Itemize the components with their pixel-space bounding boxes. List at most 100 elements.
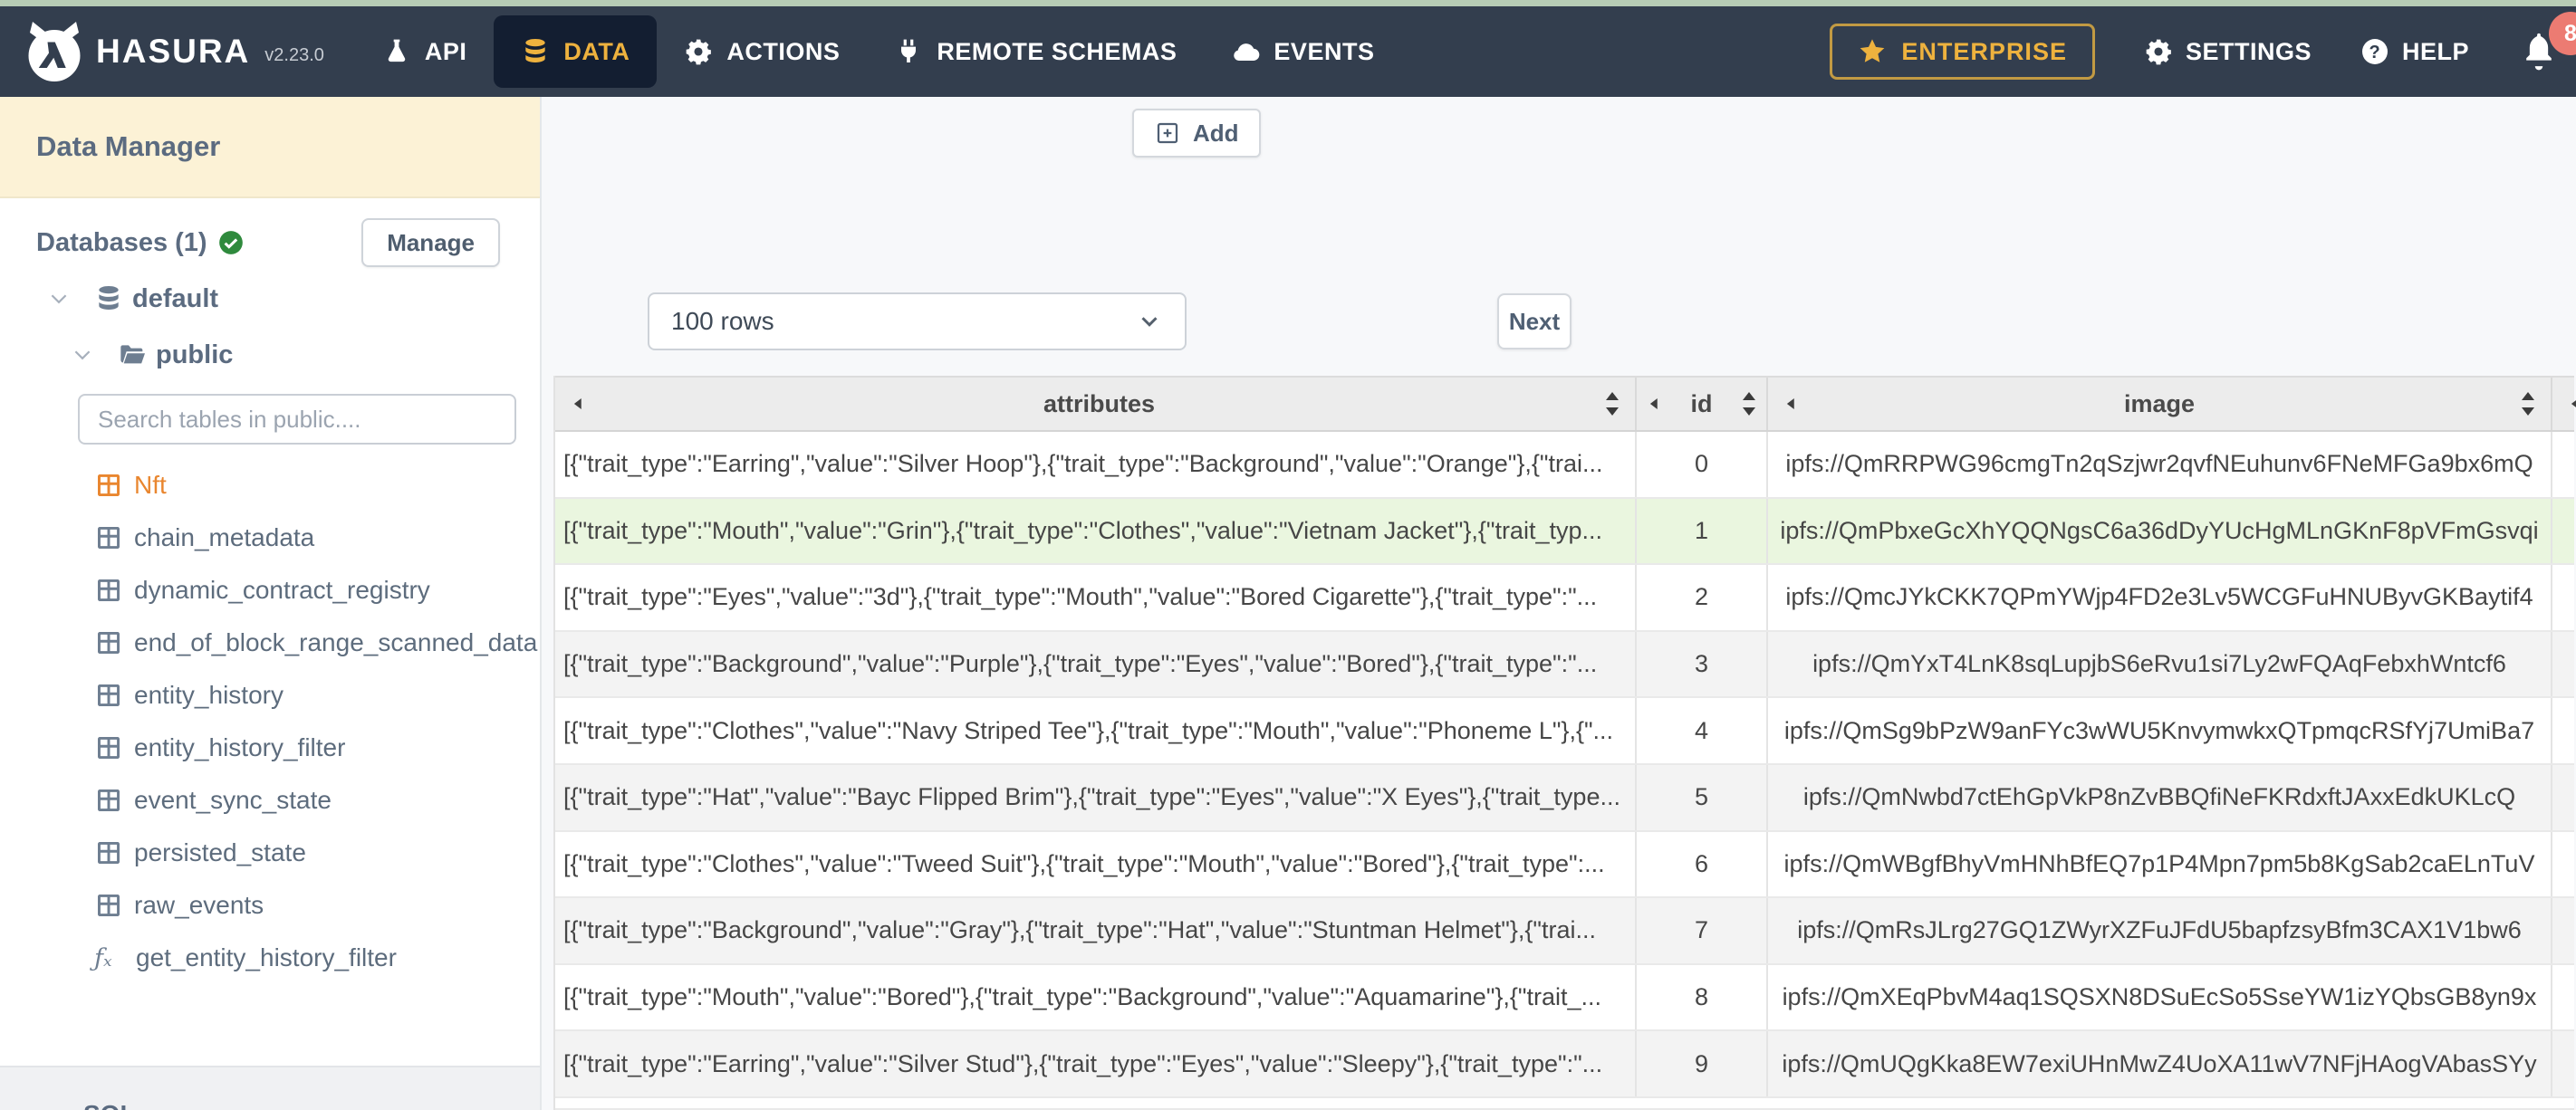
sort-icon bbox=[1739, 390, 1759, 417]
cell-attributes[interactable]: [{"trait_type":"Background","value":"Gra… bbox=[555, 898, 1637, 963]
cell-id[interactable]: 4 bbox=[1637, 698, 1768, 763]
rows-per-page-select[interactable]: 100 rows bbox=[648, 292, 1187, 350]
cell-attributes[interactable]: [{"trait_type":"Clothes","value":"Tweed … bbox=[555, 831, 1637, 897]
table-row[interactable]: [{"trait_type":"Mouth","value":"Bored"},… bbox=[555, 964, 2574, 1032]
sidebar-table-dynamic_contract_registry[interactable]: dynamic_contract_registry bbox=[0, 564, 540, 617]
table-row[interactable]: [{"trait_type":"Background","value":"Pur… bbox=[555, 631, 2574, 699]
add-row-button[interactable]: Add bbox=[1132, 109, 1261, 158]
plug-icon bbox=[894, 37, 923, 66]
cell-id[interactable]: 1 bbox=[1637, 498, 1768, 564]
sidebar-table-get_entity_history_filter[interactable]: ƒₓ get_entity_history_filter bbox=[0, 932, 540, 984]
nav-tab-data[interactable]: DATA bbox=[494, 15, 658, 88]
sidebar-table-end_of_block_range_scanned_data[interactable]: end_of_block_range_scanned_data bbox=[0, 617, 540, 669]
table-row[interactable]: [{"trait_type":"Hat","value":"Bayc Flipp… bbox=[555, 764, 2574, 832]
cell-id[interactable]: 2 bbox=[1637, 565, 1768, 630]
cell-image[interactable]: ipfs://QmSg9bPzW9anFYc3wWU5KnvymwkxQTpmq… bbox=[1768, 698, 2552, 763]
table-row[interactable]: [{"trait_type":"Clothes","value":"Navy S… bbox=[555, 698, 2574, 765]
cell-partial bbox=[2552, 632, 2574, 697]
cell-attributes[interactable]: [{"trait_type":"Eyes","value":"3d"},{"tr… bbox=[555, 565, 1637, 630]
tree-item-default[interactable]: default bbox=[0, 271, 540, 327]
manage-button[interactable]: Manage bbox=[361, 218, 500, 267]
folder-open-icon bbox=[118, 340, 147, 369]
cell-image[interactable]: ipfs://QmRRPWG96cmgTn2qSzjwr2qvfNEuhunv6… bbox=[1768, 432, 2552, 497]
brand[interactable]: HASURA v2.23.0 bbox=[22, 14, 324, 90]
cell-image[interactable]: ipfs://QmPbxeGcXhYQQNgsC6a36dDyYUcHgMLnG… bbox=[1768, 498, 2552, 564]
notifications-button[interactable]: 8 bbox=[2518, 12, 2576, 75]
sidebar-table-event_sync_state[interactable]: event_sync_state bbox=[0, 774, 540, 827]
table-grid-icon bbox=[94, 523, 123, 552]
nav-tab-label: EVENTS bbox=[1274, 37, 1375, 65]
column-header-id[interactable]: id bbox=[1637, 378, 1768, 430]
gear-icon bbox=[2144, 37, 2173, 66]
sidebar-table-entity_history_filter[interactable]: entity_history_filter bbox=[0, 722, 540, 774]
table-row[interactable]: [{"trait_type":"Mouth","value":"Grin"},{… bbox=[555, 498, 2574, 566]
table-grid-icon bbox=[94, 891, 123, 920]
cell-attributes[interactable]: [{"trait_type":"Clothes","value":"Navy S… bbox=[555, 698, 1637, 763]
sidebar-table-raw_events[interactable]: raw_events bbox=[0, 879, 540, 932]
table-row[interactable]: [{"trait_type":"Clothes","value":"Tweed … bbox=[555, 831, 2574, 899]
column-header-attributes[interactable]: attributes bbox=[555, 378, 1637, 430]
cell-image[interactable]: ipfs://QmRsJLrg27GQ1ZWyrXZFuJFdU5bapfzsy… bbox=[1768, 898, 2552, 963]
data-table: attributes id image [{"trait_type":"Earrin… bbox=[553, 376, 2576, 1110]
hasura-console: HASURA v2.23.0 API DATA ACTIONS REMOTE SCHE… bbox=[0, 0, 2576, 1110]
next-page-button[interactable]: Next bbox=[1497, 293, 1572, 349]
search-tables-input[interactable] bbox=[78, 394, 516, 445]
nav-tab-api[interactable]: API bbox=[355, 15, 495, 88]
cell-attributes[interactable]: [{"trait_type":"Background","value":"Pur… bbox=[555, 631, 1637, 697]
collapse-column-icon bbox=[2567, 394, 2576, 414]
nav-tab-actions[interactable]: ACTIONS bbox=[657, 15, 867, 88]
table-row[interactable]: [{"trait_type":"Eyes","value":"3d"},{"tr… bbox=[555, 565, 2574, 632]
cell-partial bbox=[2552, 765, 2574, 830]
help-button[interactable]: ? HELP bbox=[2360, 37, 2469, 66]
table-grid-icon bbox=[94, 576, 123, 605]
cell-id[interactable]: 9 bbox=[1637, 1031, 1768, 1096]
cell-attributes[interactable]: [{"trait_type":"Earring","value":"Silver… bbox=[555, 1031, 1637, 1096]
chevron-down-icon[interactable] bbox=[71, 343, 94, 367]
rows-per-page-value: 100 rows bbox=[671, 307, 774, 335]
cell-id[interactable]: 8 bbox=[1637, 964, 1768, 1030]
settings-button[interactable]: SETTINGS bbox=[2144, 37, 2312, 66]
nav-tab-events[interactable]: EVENTS bbox=[1204, 15, 1401, 88]
sidebar-table-Nft[interactable]: Nft bbox=[0, 459, 540, 512]
cell-partial bbox=[2552, 698, 2574, 763]
column-header-partial[interactable] bbox=[2552, 378, 2576, 430]
table-row[interactable]: [{"trait_type":"Background","value":"Gra… bbox=[555, 898, 2574, 965]
cell-image[interactable]: ipfs://QmYxT4LnK8sqLupjbS6eRvu1si7Ly2wFQ… bbox=[1768, 631, 2552, 697]
cell-id[interactable]: 3 bbox=[1637, 631, 1768, 697]
cell-image[interactable]: ipfs://QmcJYkCKK7QPmYWjp4FD2e3Lv5WCGFuHN… bbox=[1768, 565, 2552, 630]
sidebar-table-entity_history[interactable]: entity_history bbox=[0, 669, 540, 722]
cell-image[interactable]: ipfs://QmXEqPbvM4aq1SQSXN8DSuEcSo5SseYW1… bbox=[1768, 964, 2552, 1030]
column-header-image[interactable]: image bbox=[1768, 378, 2552, 430]
table-header-row: attributes id image bbox=[555, 376, 2576, 432]
nav-tab-remote-schemas[interactable]: REMOTE SCHEMAS bbox=[867, 15, 1204, 88]
sidebar-table-persisted_state[interactable]: persisted_state bbox=[0, 827, 540, 879]
tree-item-public[interactable]: public bbox=[0, 327, 540, 383]
databases-row: Databases (1) Manage bbox=[0, 215, 540, 271]
cell-attributes[interactable]: [{"trait_type":"Earring","value":"Silver… bbox=[555, 432, 1637, 497]
cell-image[interactable]: ipfs://QmNwbd7ctEhGpVkP8nZvBBQfiNeFKRdxf… bbox=[1768, 764, 2552, 830]
sql-label: SQL bbox=[83, 1100, 136, 1110]
function-icon: ƒₓ bbox=[94, 943, 112, 972]
cell-partial bbox=[2552, 965, 2574, 1030]
cell-id[interactable]: 6 bbox=[1637, 831, 1768, 897]
cell-attributes[interactable]: [{"trait_type":"Mouth","value":"Grin"},{… bbox=[555, 498, 1637, 564]
sidebar: Data Manager Databases (1) Manage defaul… bbox=[0, 97, 542, 1110]
sort-icon bbox=[2518, 390, 2538, 417]
table-row[interactable]: [{"trait_type":"Earring","value":"Silver… bbox=[555, 432, 2574, 499]
cell-partial bbox=[2552, 1031, 2574, 1096]
sidebar-table-label: get_entity_history_filter bbox=[136, 943, 397, 971]
cell-image[interactable]: ipfs://QmWBgfBhyVmHNhBfEQ7p1P4Mpn7pm5b8K… bbox=[1768, 831, 2552, 897]
cell-attributes[interactable]: [{"trait_type":"Hat","value":"Bayc Flipp… bbox=[555, 764, 1637, 830]
table-row[interactable]: [{"trait_type":"Earring","value":"Silver… bbox=[555, 1031, 2574, 1098]
cell-id[interactable]: 5 bbox=[1637, 764, 1768, 830]
cell-id[interactable]: 7 bbox=[1637, 898, 1768, 963]
sidebar-table-label: entity_history_filter bbox=[134, 733, 346, 761]
cell-image[interactable]: ipfs://QmUQgKka8EW7exiUHnMwZ4UoXA11wV7NF… bbox=[1768, 1031, 2552, 1096]
enterprise-button[interactable]: ENTERPRISE bbox=[1830, 24, 2095, 80]
sql-section-link[interactable]: SQL bbox=[0, 1066, 540, 1110]
sidebar-table-chain_metadata[interactable]: chain_metadata bbox=[0, 512, 540, 564]
sort-icon bbox=[1602, 390, 1622, 417]
cell-id[interactable]: 0 bbox=[1637, 432, 1768, 497]
chevron-down-icon[interactable] bbox=[47, 287, 71, 311]
cell-attributes[interactable]: [{"trait_type":"Mouth","value":"Bored"},… bbox=[555, 964, 1637, 1030]
